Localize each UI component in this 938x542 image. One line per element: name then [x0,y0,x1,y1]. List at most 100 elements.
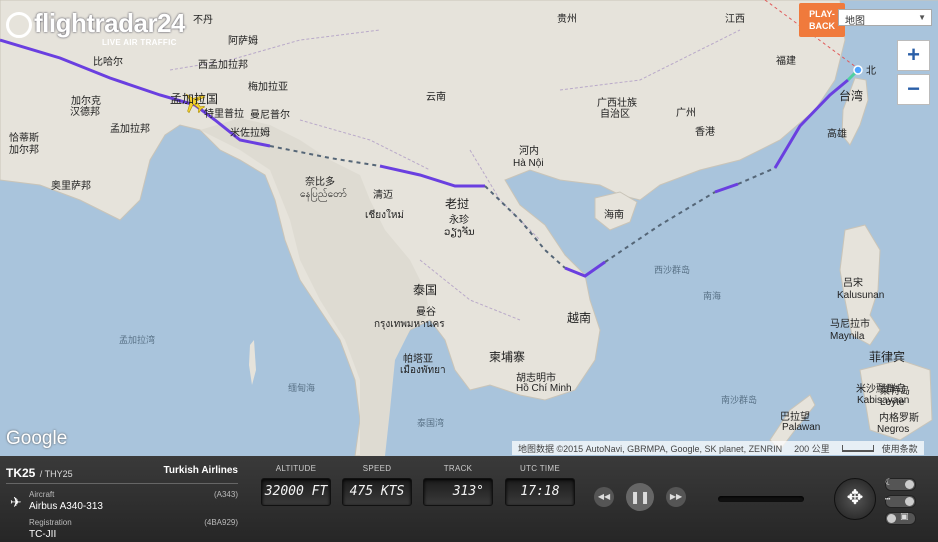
map-label: 内格罗斯 [879,413,919,424]
map-label: 清迈 [373,190,393,201]
map-label: 柬埔寨 [489,350,526,364]
utc-value: 17:18 [505,478,575,506]
altitude-gauge: ALTITUDE 32000 FT [261,464,331,506]
map-label: Leyte [880,397,905,408]
altitude-value: 32000 FT [261,478,331,506]
map-label: 福建 [776,56,796,67]
toggle-knob [905,497,914,506]
speed-gauge: SPEED 475 KTS [342,464,412,506]
map-label: 老挝 [445,197,470,211]
map-label: 菲律宾 [869,350,906,364]
screen-icon: ▣ [900,511,909,521]
map-label: Palawan [782,422,821,433]
map-label: 西孟加拉邦 [198,60,248,71]
map-label: 孟加拉邦 [110,124,150,135]
moon-icon: ☾ [885,477,894,487]
map-label: 加尔克 [71,96,101,107]
map-label: 永珍 [449,215,469,226]
flight-icao-callsign: / THY25 [39,469,73,479]
utc-gauge: UTC TIME 17:18 [505,464,575,506]
map-label: 高雄 [827,129,847,140]
map-label: 孟加拉湾 [119,335,156,345]
move-arrows-icon: ✥ [846,487,864,509]
altitude-label: ALTITUDE [275,464,317,473]
map-label: 恰蒂斯 [9,133,39,144]
map-label: ວຽງຈັນ [444,227,475,238]
map-label: 海南 [604,210,624,221]
track-value: 313° [423,478,493,506]
map-label: 米佐拉姆 [230,128,270,139]
chevron-down-icon: ▼ [918,13,926,22]
zoom-out-label: − [907,76,920,101]
aircraft-code: (A343) [213,490,238,499]
airline-name: Turkish Airlines [163,465,238,476]
divider [6,483,238,484]
track-label: TRACK [443,464,473,473]
attribution-text: 地图数据 ©2015 AutoNavi, GBRMPA, Google, SK … [518,444,783,454]
map-type-value: 地图 [845,16,865,27]
scale-bar [841,445,874,452]
registration-label: Registration [29,518,72,527]
timeline-slider[interactable] [718,496,804,502]
utc-label: UTC TIME [519,464,561,473]
map-label: เชียงใหม่ [365,210,405,221]
map-label: 帕塔亚 [403,354,433,365]
aircraft-label: Aircraft [29,490,55,499]
screen-toggle[interactable]: ▣ [885,511,916,525]
map-label: Hồ Chí Minh [516,383,572,394]
map-label: Hà Nội [513,158,544,169]
terms-link[interactable]: 使用条款 [882,444,918,454]
flight-track-dashed-4 [737,167,776,185]
fast-forward-icon: ▶▶ [669,492,683,501]
pause-button[interactable]: ❚❚ [626,483,654,511]
map-label: 越南 [567,311,592,325]
map-label: 特里普拉 [204,109,244,120]
map-label: 云南 [426,92,446,103]
pause-icon: ❚❚ [629,490,651,504]
map-label: 莱特岛 [880,386,910,397]
flight-map[interactable]: 不丹 阿萨姆 比哈尔 西孟加拉邦 梅加拉亚 曼尼普尔 加尔克 汉德邦 孟加拉国 特里普拉 孟加拉邦恰… [0,0,938,456]
pan-control[interactable]: ✥ [834,478,876,520]
flight-details: TK25 / THY25 Turkish Airlines ✈ Aircraft… [6,464,238,540]
brand-name: flightradar24 [34,8,186,38]
map-label: 南沙群岛 [721,395,758,405]
map-label: 南海 [703,291,722,301]
map-label: 不丹 [193,15,213,26]
registration-value: TC-JII [29,529,57,540]
radar-logo-icon [6,11,32,38]
fast-forward-button[interactable]: ▶▶ [666,487,686,507]
track-toggle[interactable]: ┅ [885,494,916,508]
toggle-knob [887,514,896,523]
night-mode-toggle[interactable]: ☾ [885,477,916,491]
map-label: เมืองพัทยา [400,365,446,376]
map-label: 广州 [676,108,696,119]
map-type-select[interactable]: 地图 ▼ [838,9,932,27]
registration-code: (4BA929) [204,518,238,527]
map-label: 奥里萨邦 [51,181,91,192]
scale-label: 200 公里 [794,444,830,454]
map-label: Negros [877,424,910,435]
departure-marker [853,65,863,75]
map-label: နေပြည်တော် [300,189,347,200]
map-label: 吕宋 [843,278,863,289]
google-logo: Google [6,428,68,449]
map-label: 曼尼普尔 [250,110,290,121]
map-label: Kalusunan [837,290,885,301]
map-label: 曼谷 [416,307,436,318]
flight-callsign: TK25 [6,466,36,480]
aircraft-model: Airbus A340-313 [29,501,103,512]
dashes-icon: ┅ [885,494,891,504]
map-label: กรุงเทพมหานคร [374,319,445,330]
map-label: 泰国 [413,283,438,297]
playback-label: PLAY- BACK [809,9,835,31]
map-label: 广西壮族 [597,98,637,109]
map-attribution: 地图数据 ©2015 AutoNavi, GBRMPA, Google, SK … [512,441,924,455]
map-label: 贵州 [557,14,577,25]
rewind-button[interactable]: ◀◀ [594,487,614,507]
map-label: 孟加拉国 [170,92,219,106]
zoom-out-button[interactable]: − [897,74,930,105]
zoom-in-button[interactable]: + [897,40,930,71]
map-label: 汉德邦 [70,107,100,118]
map-label: 梅加拉亚 [248,82,288,93]
map-label: Maynila [830,331,865,342]
